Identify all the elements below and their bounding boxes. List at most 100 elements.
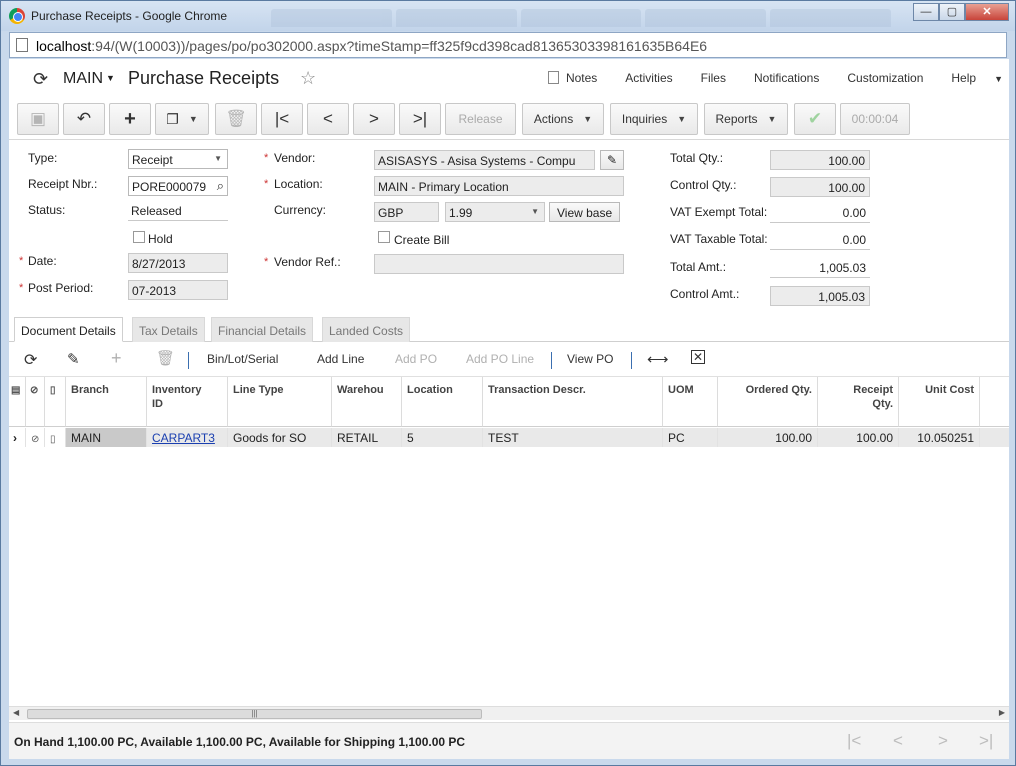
- note-icon: ▯: [50, 434, 56, 445]
- window-title: Purchase Receipts - Google Chrome: [31, 9, 228, 23]
- type-select[interactable]: Receipt ▼: [128, 149, 228, 169]
- post-period-input[interactable]: 07-2013: [128, 280, 228, 300]
- release-button[interactable]: Release: [445, 103, 516, 135]
- pencil-icon[interactable]: ✎: [67, 350, 80, 368]
- vat-taxable-value: 0.00: [770, 230, 870, 250]
- cell-receipt-qty[interactable]: 100.00: [818, 428, 899, 447]
- delete-button[interactable]: 🗑: [215, 103, 257, 135]
- view-po-button[interactable]: View PO: [567, 352, 613, 366]
- tab-financial-details[interactable]: Financial Details: [211, 317, 314, 342]
- cell-location[interactable]: 5: [402, 428, 483, 447]
- tab-landed-costs[interactable]: Landed Costs: [322, 317, 411, 342]
- detail-tabs: Document Details Tax Details Financial D…: [9, 315, 1009, 342]
- cell-branch[interactable]: MAIN: [66, 428, 147, 447]
- control-amt-input[interactable]: 1,005.03: [770, 286, 870, 306]
- add-line-button[interactable]: Add Line: [317, 352, 364, 366]
- cell-ordered-qty[interactable]: 100.00: [718, 428, 818, 447]
- save-button[interactable]: ▣: [17, 103, 59, 135]
- date-input[interactable]: 8/27/2013: [128, 253, 228, 273]
- minimize-button[interactable]: —: [913, 3, 939, 21]
- col-header-warehouse[interactable]: Warehou: [332, 377, 402, 427]
- excel-export-icon[interactable]: ✕: [691, 350, 705, 364]
- notes-link[interactable]: Notes: [547, 71, 597, 85]
- reports-button[interactable]: Reports ▼: [704, 103, 788, 135]
- status-bar: On Hand 1,100.00 PC, Available 1,100.00 …: [9, 722, 1009, 759]
- vendor-input[interactable]: ASISASYS - Asisa Systems - Compu: [374, 150, 595, 170]
- pager-next-button[interactable]: >: [938, 731, 948, 751]
- col-header-location[interactable]: Location: [402, 377, 483, 427]
- delete-icon[interactable]: 🗑: [156, 349, 175, 367]
- cell-warehouse[interactable]: RETAIL: [332, 428, 402, 447]
- customization-link[interactable]: Customization: [847, 71, 923, 85]
- row-files-cell[interactable]: ⊘: [26, 428, 45, 447]
- col-header-line-type[interactable]: Line Type: [228, 377, 332, 427]
- col-header-transaction-descr[interactable]: Transaction Descr.: [483, 377, 663, 427]
- cell-inventory-id[interactable]: CARPART3: [147, 428, 228, 447]
- currency-code-input[interactable]: GBP: [374, 202, 439, 222]
- undo-button[interactable]: ↶: [63, 103, 105, 135]
- row-selector-icon[interactable]: ›: [9, 428, 26, 447]
- grid-refresh-icon[interactable]: ⟳: [24, 350, 37, 370]
- copy-paste-button[interactable]: ❐ ▼: [155, 103, 209, 135]
- currency-rate-select[interactable]: 1.99 ▼: [445, 202, 545, 222]
- fit-columns-icon[interactable]: ⟷: [647, 350, 669, 368]
- control-qty-input[interactable]: 100.00: [770, 177, 870, 197]
- scroll-right-icon[interactable]: ▶: [999, 708, 1005, 717]
- col-header-receipt-qty[interactable]: Receipt Qty.: [818, 377, 899, 427]
- window-titlebar: Purchase Receipts - Google Chrome — ▢ ✕: [1, 1, 1015, 31]
- address-bar[interactable]: localhost:94/(W(10003))/pages/po/po30200…: [9, 32, 1007, 58]
- pager-last-button[interactable]: >|: [979, 731, 993, 751]
- scroll-left-icon[interactable]: ◀: [13, 708, 19, 717]
- pager-first-button[interactable]: |<: [847, 731, 861, 751]
- col-header-uom[interactable]: UOM: [663, 377, 718, 427]
- approve-button[interactable]: ✔: [794, 103, 836, 135]
- help-link[interactable]: Help ▼: [951, 71, 1003, 85]
- vendor-ref-input[interactable]: [374, 254, 624, 274]
- horizontal-scrollbar[interactable]: ◀ ||| ▶: [9, 706, 1009, 720]
- cell-line-type[interactable]: Goods for SO: [228, 428, 332, 447]
- company-selector[interactable]: MAIN ▼: [63, 70, 115, 88]
- tab-tax-details[interactable]: Tax Details: [132, 317, 205, 342]
- col-header-ordered-qty[interactable]: Ordered Qty.: [718, 377, 818, 427]
- create-bill-checkbox[interactable]: [378, 231, 390, 243]
- col-header-inventory-id[interactable]: Inventory ID: [147, 377, 228, 427]
- save-icon: ▣: [29, 109, 47, 128]
- star-icon[interactable]: ☆: [300, 68, 316, 89]
- activities-link[interactable]: Activities: [625, 71, 672, 85]
- location-input[interactable]: MAIN - Primary Location: [374, 176, 624, 196]
- files-link[interactable]: Files: [701, 71, 726, 85]
- refresh-icon[interactable]: ⟳: [33, 69, 48, 90]
- scrollbar-thumb[interactable]: |||: [27, 709, 482, 719]
- prev-record-button[interactable]: <: [307, 103, 349, 135]
- cell-uom[interactable]: PC: [663, 428, 718, 447]
- tab-document-details[interactable]: Document Details: [14, 317, 123, 342]
- status-label: Status:: [28, 203, 66, 217]
- actions-button[interactable]: Actions ▼: [522, 103, 604, 135]
- pager-prev-button[interactable]: <: [893, 731, 903, 751]
- notifications-link[interactable]: Notifications: [754, 71, 819, 85]
- view-base-button[interactable]: View base: [549, 202, 621, 222]
- add-po-button[interactable]: Add PO: [395, 352, 437, 366]
- plus-icon[interactable]: +: [111, 348, 122, 369]
- close-button[interactable]: ✕: [965, 3, 1009, 21]
- row-notes-cell[interactable]: ▯: [45, 428, 66, 447]
- maximize-button[interactable]: ▢: [939, 3, 965, 21]
- col-header-unit-cost[interactable]: Unit Cost: [899, 377, 980, 427]
- vendor-edit-button[interactable]: ✎: [600, 150, 624, 170]
- cell-transaction-descr[interactable]: TEST: [483, 428, 663, 447]
- col-header-branch[interactable]: Branch: [66, 377, 147, 427]
- inquiries-button[interactable]: Inquiries ▼: [610, 103, 698, 135]
- cell-unit-cost[interactable]: 10.050251: [899, 428, 980, 447]
- search-icon[interactable]: ⌕: [217, 178, 224, 194]
- url-text[interactable]: localhost:94/(W(10003))/pages/po/po30200…: [36, 38, 707, 54]
- add-po-line-button[interactable]: Add PO Line: [466, 352, 534, 366]
- add-button[interactable]: +: [109, 103, 151, 135]
- next-record-button[interactable]: >: [353, 103, 395, 135]
- inventory-id-link[interactable]: CARPART3: [152, 431, 215, 445]
- receipt-nbr-input[interactable]: PORE000079 ⌕: [128, 176, 228, 196]
- hold-checkbox[interactable]: [133, 231, 145, 243]
- first-record-button[interactable]: |<: [261, 103, 303, 135]
- last-record-button[interactable]: >|: [399, 103, 441, 135]
- bin-lot-serial-button[interactable]: Bin/Lot/Serial: [207, 352, 278, 366]
- page-title: Purchase Receipts: [128, 68, 280, 88]
